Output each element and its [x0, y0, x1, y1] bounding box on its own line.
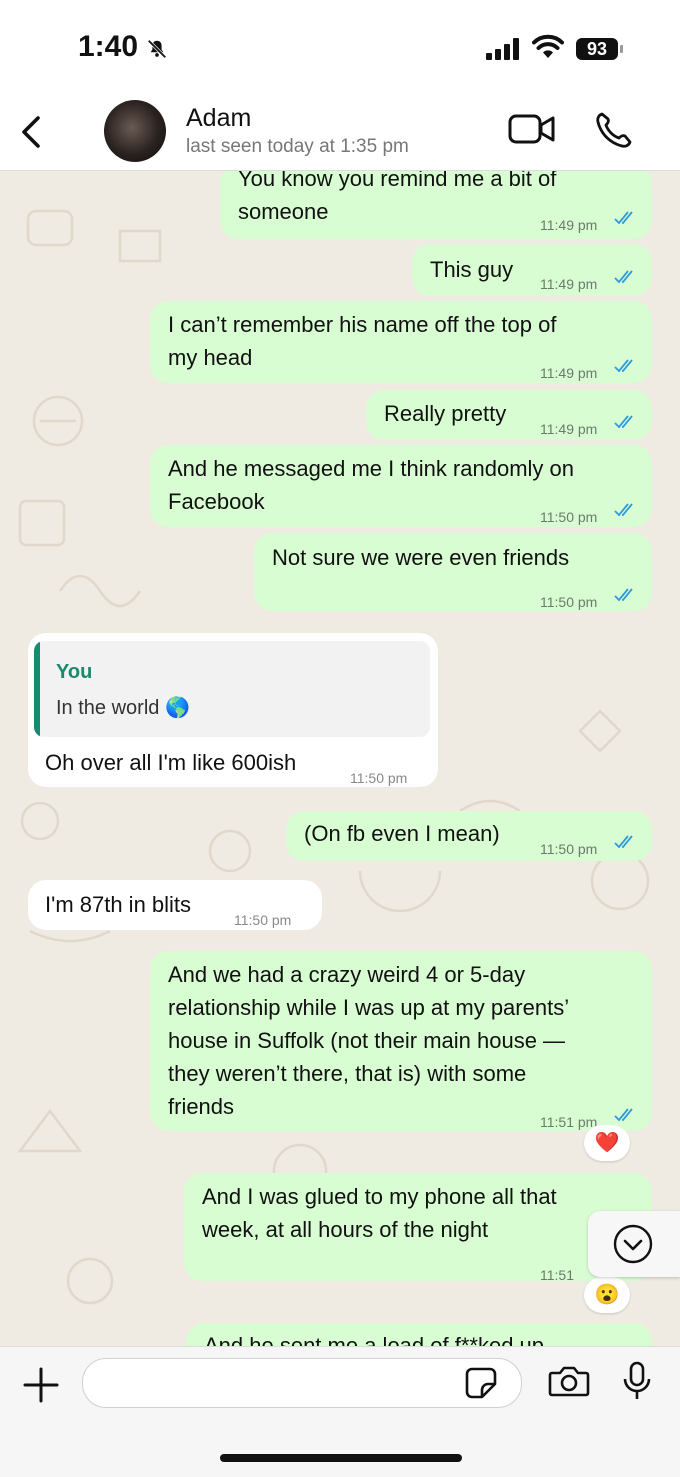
last-seen-status: last seen today at 1:35 pm: [186, 136, 409, 157]
message-bubble-outgoing[interactable]: You know you remind me a bit of someone …: [220, 171, 652, 239]
message-time: 11:50 pm: [540, 594, 598, 610]
battery-icon: 93: [576, 38, 618, 60]
chat-area[interactable]: You know you remind me a bit of someone …: [0, 171, 680, 1346]
message-text: Not sure we were even friends: [272, 545, 570, 570]
message-text: Really pretty: [384, 401, 507, 426]
message-text: Facebook: [168, 489, 265, 514]
message-bubble-outgoing[interactable]: Not sure we were even friends 11:50 pm: [254, 533, 652, 611]
message-text: house in Suffolk (not their main house —: [168, 1028, 566, 1053]
message-input[interactable]: [82, 1358, 522, 1408]
message-time: 11:51: [540, 1267, 574, 1283]
read-receipt-icon: [614, 211, 633, 225]
quoted-message[interactable]: You In the world 🌎: [34, 641, 430, 737]
read-receipt-icon: [614, 415, 633, 429]
back-chevron-icon[interactable]: [14, 112, 54, 152]
read-receipt-icon: [614, 359, 633, 373]
contact-name[interactable]: Adam: [186, 104, 251, 133]
chevron-down-icon: [613, 1224, 653, 1264]
message-bubble-outgoing[interactable]: And I was glued to my phone all that wee…: [184, 1173, 652, 1283]
message-time: 11:50 pm: [540, 509, 598, 525]
message-text: This guy: [430, 257, 514, 282]
message-bubble-outgoing[interactable]: This guy 11:49 pm: [412, 244, 652, 296]
microphone-icon[interactable]: [620, 1360, 654, 1402]
message-text: And I was glued to my phone all that: [202, 1184, 557, 1209]
message-bubble-incoming[interactable]: You In the world 🌎 Oh over all I'm like …: [28, 633, 438, 787]
message-text: someone: [238, 199, 329, 224]
message-text: I can’t remember his name off the top of: [168, 312, 557, 337]
message-bubble-incoming[interactable]: I'm 87th in blits 11:50 pm: [28, 880, 322, 930]
message-text: I'm 87th in blits: [45, 892, 192, 917]
message-text: week, at all hours of the night: [202, 1217, 489, 1242]
message-time: 11:50 pm: [234, 912, 292, 928]
message-time: 11:50 pm: [540, 841, 598, 857]
message-text: (On fb even I mean): [304, 821, 500, 846]
quote-author: You: [56, 661, 93, 683]
camera-icon[interactable]: [548, 1364, 590, 1398]
message-text: You know you remind me a bit of: [238, 171, 557, 191]
read-receipt-icon: [614, 270, 633, 284]
read-receipt-icon: [614, 835, 633, 849]
message-text: they weren’t there, that is) with some: [168, 1061, 527, 1086]
message-text: And he sent me a load of f**ked up: [204, 1333, 545, 1346]
wifi-icon: [532, 34, 564, 58]
scroll-to-bottom-button[interactable]: [588, 1211, 680, 1277]
message-text: relationship while I was up at my parent…: [168, 995, 570, 1020]
message-time: 11:49 pm: [540, 365, 598, 381]
plus-attach-icon[interactable]: [22, 1366, 60, 1404]
home-indicator: [220, 1454, 462, 1462]
message-text: And he messaged me I think randomly on: [168, 456, 575, 481]
message-bubble-outgoing[interactable]: And he sent me a load of f**ked up: [186, 1323, 652, 1346]
message-time: 11:49 pm: [540, 421, 598, 437]
message-bubble-outgoing[interactable]: Really pretty 11:49 pm: [366, 390, 652, 440]
message-bubble-outgoing[interactable]: And he messaged me I think randomly on F…: [150, 445, 652, 527]
message-time: 11:49 pm: [540, 217, 598, 233]
message-bubble-outgoing[interactable]: I can’t remember his name off the top of…: [150, 301, 652, 383]
read-receipt-icon: [614, 1108, 633, 1122]
video-call-icon[interactable]: [508, 112, 556, 146]
quote-text: In the world 🌎: [56, 697, 190, 719]
signal-icon: [486, 38, 522, 60]
battery-tip: [620, 45, 623, 53]
heart-reaction-icon[interactable]: ❤️: [584, 1125, 630, 1161]
message-bubble-outgoing[interactable]: (On fb even I mean) 11:50 pm: [286, 811, 652, 861]
silent-bell-icon: [147, 39, 167, 59]
message-text: friends: [168, 1094, 235, 1119]
sticker-icon[interactable]: [464, 1366, 498, 1400]
status-time: 1:40: [78, 30, 139, 63]
contact-avatar[interactable]: [104, 100, 166, 162]
read-receipt-icon: [614, 503, 633, 517]
surprised-reaction-icon[interactable]: 😮: [584, 1277, 630, 1313]
message-time: 11:49 pm: [540, 276, 598, 292]
voice-call-icon[interactable]: [594, 110, 634, 150]
message-text: my head: [168, 345, 253, 370]
message-text: Oh over all I'm like 600ish: [45, 750, 297, 775]
message-time: 11:50 pm: [350, 770, 408, 786]
quote-accent-bar: [34, 641, 40, 737]
read-receipt-icon: [614, 588, 633, 602]
message-text: And we had a crazy weird 4 or 5-day: [168, 962, 526, 987]
message-bubble-outgoing[interactable]: And we had a crazy weird 4 or 5-day rela…: [150, 951, 652, 1131]
